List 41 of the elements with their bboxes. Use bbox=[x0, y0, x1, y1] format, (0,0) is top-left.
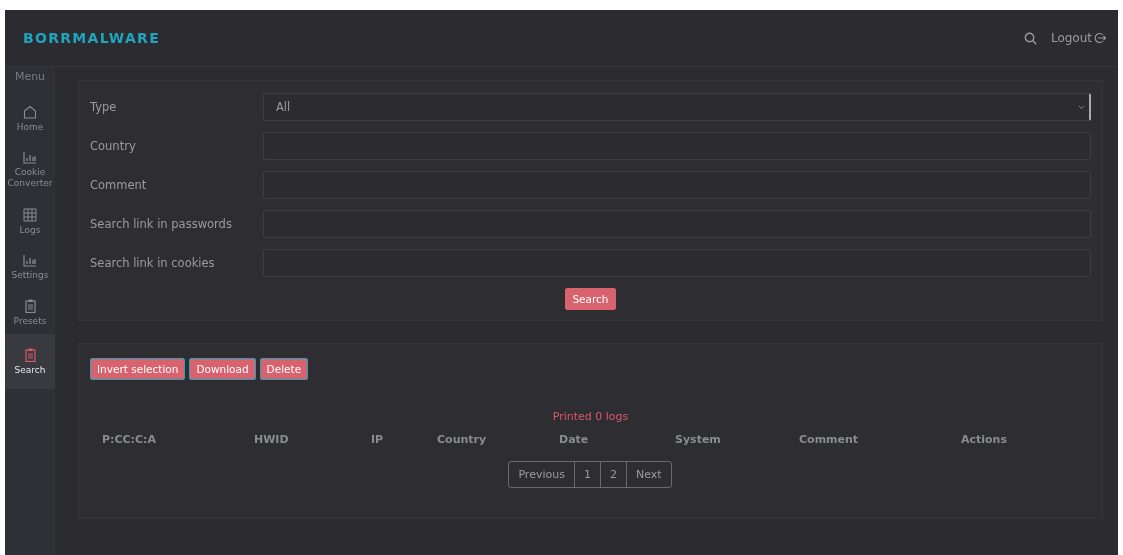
bar-chart-icon bbox=[23, 254, 37, 267]
home-icon bbox=[23, 105, 37, 119]
bar-chart-icon bbox=[23, 151, 37, 164]
page-button[interactable]: Previous bbox=[508, 461, 575, 488]
search-icon[interactable] bbox=[1023, 31, 1037, 45]
logout-icon bbox=[1094, 32, 1106, 44]
field-label: Comment bbox=[90, 178, 148, 192]
brand-logo[interactable]: BORRMALWARE bbox=[23, 30, 161, 46]
column-header: IP bbox=[371, 433, 385, 446]
grid-icon bbox=[23, 208, 37, 223]
page-button[interactable]: 1 bbox=[573, 461, 601, 488]
chevron-icon bbox=[1078, 104, 1085, 110]
type-select[interactable]: All bbox=[263, 93, 1091, 121]
column-header: Country bbox=[437, 433, 488, 446]
action-button[interactable]: Invert selection bbox=[90, 358, 186, 380]
clipboard-icon bbox=[24, 348, 36, 363]
page-button[interactable]: Next bbox=[625, 461, 672, 488]
action-button[interactable]: Download bbox=[189, 358, 256, 380]
column-header: P:CC:C:A bbox=[102, 433, 157, 446]
column-header: HWID bbox=[254, 433, 290, 446]
sidebar-item[interactable]: Settings bbox=[5, 242, 55, 288]
column-header: Comment bbox=[799, 433, 860, 446]
menu-heading: Menu bbox=[13, 69, 47, 85]
sidebar-item[interactable]: Home bbox=[5, 93, 55, 140]
field-label: Country bbox=[90, 139, 137, 153]
field-label: Type bbox=[90, 100, 118, 114]
sidebar-item[interactable]: Logs bbox=[5, 196, 55, 243]
column-header: System bbox=[675, 433, 722, 446]
page-button[interactable]: 2 bbox=[599, 461, 627, 488]
action-button[interactable]: Delete bbox=[259, 358, 309, 380]
search-button[interactable]: Search bbox=[565, 288, 616, 310]
column-header: Date bbox=[559, 433, 590, 446]
field-label: Search link in cookies bbox=[90, 256, 216, 270]
sidebar-item[interactable]: Presets bbox=[5, 287, 55, 335]
clipboard-icon bbox=[24, 299, 36, 314]
column-header: Actions bbox=[961, 433, 1008, 446]
sidebar-item[interactable]: Search bbox=[5, 334, 55, 389]
logout-link[interactable]: Logout bbox=[1050, 31, 1106, 45]
sidebar-item[interactable]: Cookie Converter bbox=[5, 139, 55, 197]
field-label: Search link in passwords bbox=[90, 217, 233, 231]
status-text: Printed 0 logs bbox=[551, 410, 630, 423]
